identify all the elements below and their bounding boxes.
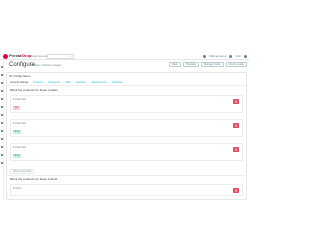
row-label: Product title <box>13 98 27 101</box>
orders-icon[interactable] <box>1 74 3 76</box>
tab-general[interactable]: General settings <box>10 81 28 84</box>
block-row: Product title Show ✕ <box>10 143 243 161</box>
account-icon[interactable] <box>244 54 247 58</box>
more-icon[interactable] <box>1 162 3 164</box>
manage-hooks-button[interactable]: Manage hooks <box>201 62 224 67</box>
catalog-icon[interactable] <box>1 82 3 84</box>
delete-button[interactable]: ✕ <box>233 99 239 104</box>
block-row: Product title Show ✕ <box>10 119 243 137</box>
search-input[interactable]: ⌕ <box>46 53 74 59</box>
top-header: PrestaShop Quick access ⌕ Maintenance Vi… <box>0 52 250 60</box>
delete-button[interactable]: ✕ <box>233 147 239 152</box>
tab-suppliers[interactable]: Suppliers <box>76 81 86 84</box>
international-icon[interactable] <box>1 138 3 140</box>
row-label: Product <box>13 187 22 190</box>
logo[interactable]: PrestaShop <box>3 53 31 59</box>
check-update-button[interactable]: Check update <box>225 62 247 67</box>
logo-main-text: Presta <box>9 53 22 58</box>
translate-button[interactable]: Translate <box>182 62 200 67</box>
modules-icon[interactable] <box>1 106 3 108</box>
section-title-profiles: Block the products for these profiles <box>10 88 58 92</box>
stats-icon[interactable] <box>1 98 3 100</box>
tab-products[interactable]: Products <box>33 81 43 84</box>
tab-categories[interactable]: Categories <box>48 81 60 84</box>
sidebar <box>0 60 4 200</box>
back-button[interactable]: Back <box>169 62 181 67</box>
divider <box>7 85 246 86</box>
page-toolbar: Back Translate Manage hooks Check update <box>169 62 247 67</box>
advanced-icon[interactable] <box>1 154 3 156</box>
parameters-icon[interactable] <box>1 146 3 148</box>
status-badge: Title <box>13 106 20 110</box>
panel-heading: ⚙ Configuration <box>9 74 31 78</box>
config-tabs: General settings Products Categories CMS… <box>10 81 123 84</box>
design-icon[interactable] <box>1 114 3 116</box>
module-configure-page: PrestaShop Quick access ⌕ Maintenance Vi… <box>0 0 250 250</box>
configuration-panel: ⚙ Configuration General settings Product… <box>6 72 247 200</box>
delete-button[interactable]: ✕ <box>233 123 239 128</box>
status-badge: Show <box>13 154 22 158</box>
row-label: Product title <box>13 122 27 125</box>
payment-icon[interactable] <box>1 130 3 132</box>
maintenance-icon <box>203 54 207 58</box>
add-block-button[interactable]: Add a new block <box>10 169 35 174</box>
divider <box>7 175 246 176</box>
search-icon[interactable]: ⌕ <box>70 54 72 58</box>
customers-icon[interactable] <box>1 90 3 92</box>
dashboard-icon[interactable] <box>1 66 3 68</box>
section-title-brands: Block the products for these brands <box>10 177 58 181</box>
tab-attributes[interactable]: Attributes <box>112 81 123 84</box>
header-right-actions: Maintenance Visit <box>203 54 247 58</box>
block-row: Product title Title ✕ <box>10 95 243 113</box>
header-item-maintenance[interactable]: Maintenance <box>209 54 226 58</box>
row-label: Product title <box>13 146 27 149</box>
tab-manufacturers[interactable]: Manufacturers <box>91 81 107 84</box>
breadcrumb[interactable]: Modules / Module manager <box>31 64 61 68</box>
tab-cms[interactable]: CMS <box>65 81 71 84</box>
block-row: Product ✕ <box>10 184 243 196</box>
shipping-icon[interactable] <box>1 122 3 124</box>
delete-button[interactable]: ✕ <box>233 188 239 193</box>
header-item-visit[interactable]: Visit <box>235 54 241 58</box>
status-badge: Show <box>13 130 22 134</box>
logo-icon <box>3 53 8 59</box>
visit-icon <box>229 54 233 58</box>
